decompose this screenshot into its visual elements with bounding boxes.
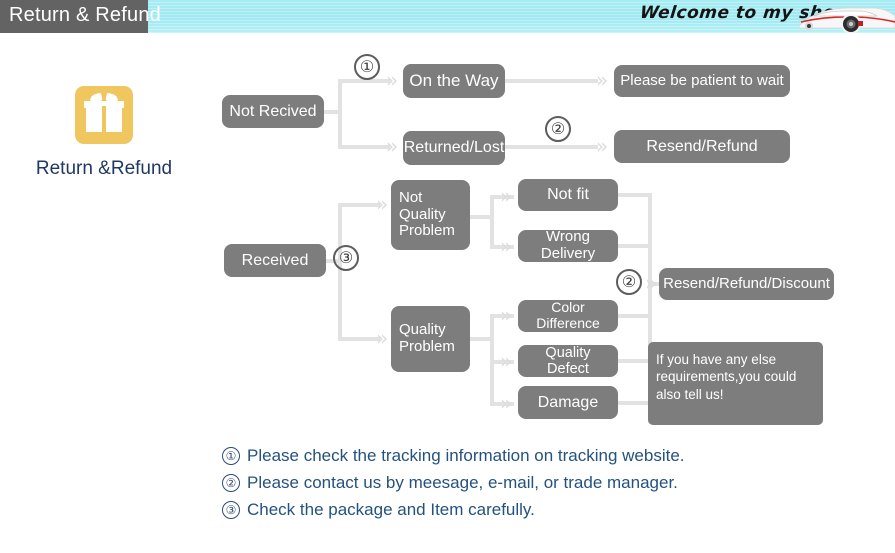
arrow-icon: »	[386, 134, 399, 158]
page-header: Welcome to my shop Return & Refund	[0, 0, 895, 33]
callout-text: If you have any else requirements,you co…	[656, 352, 797, 402]
node-damage[interactable]: Damage	[518, 386, 618, 419]
node-label: Damage	[537, 393, 599, 411]
node-resend-refund-discount[interactable]: Resend/Refund/Discount	[659, 268, 834, 300]
node-label: Quality Defect	[545, 344, 591, 377]
marker-1-top: ①	[354, 54, 380, 80]
title-tab: Return & Refund	[0, 0, 161, 33]
node-label: Color Difference	[536, 299, 600, 331]
footnote-number: ②	[222, 474, 240, 492]
connector	[505, 79, 598, 83]
node-label: Resend/Refund	[646, 137, 758, 155]
node-label: Wrong Delivery	[540, 228, 596, 262]
connector	[470, 337, 492, 341]
connector	[490, 314, 494, 404]
connector	[338, 145, 390, 149]
connector	[618, 244, 652, 248]
node-quality-defect[interactable]: Quality Defect	[518, 345, 618, 377]
connector	[338, 203, 342, 341]
node-label: Not Recived	[229, 102, 317, 120]
return-refund-badge: Return &Refund	[24, 86, 184, 180]
connector	[618, 401, 652, 405]
marker-2-top: ②	[545, 116, 571, 142]
footnotes-list: ① Please check the tracking information …	[222, 446, 685, 527]
connector	[470, 215, 492, 219]
node-please-be-patient[interactable]: Please be patient to wait	[614, 65, 790, 97]
arrow-icon: »	[500, 391, 513, 415]
footnote-text: Please check the tracking information on…	[247, 446, 685, 465]
node-wrong-delivery[interactable]: Wrong Delivery	[518, 228, 618, 262]
connector	[618, 193, 652, 197]
node-received[interactable]: Received	[224, 244, 326, 277]
footnote-text: Please contact us by meesage, e-mail, or…	[247, 473, 678, 492]
connector	[618, 359, 652, 363]
node-color-difference[interactable]: Color Difference	[518, 299, 618, 332]
node-label: Resend/Refund/Discount	[663, 274, 830, 292]
node-label: Not fit	[547, 186, 589, 204]
arrow-icon: »	[500, 303, 513, 327]
marker-2-right: ②	[616, 269, 642, 295]
arrow-icon: »	[376, 192, 389, 216]
node-label: Received	[241, 251, 309, 269]
connector	[338, 337, 380, 341]
node-not-fit[interactable]: Not fit	[518, 179, 618, 211]
node-label: Not Quality Problem	[399, 188, 455, 240]
node-on-the-way[interactable]: On the Way	[403, 64, 505, 98]
node-not-quality-problem[interactable]: Not Quality Problem	[391, 180, 470, 250]
gift-box-icon	[75, 86, 133, 144]
node-label: Quality Problem	[399, 321, 455, 355]
footnote-row: ③ Check the package and Item carefully.	[222, 500, 685, 520]
footnote-row: ② Please contact us by meesage, e-mail, …	[222, 473, 685, 493]
node-label: On the Way	[409, 71, 499, 91]
footnote-text: Check the package and Item carefully.	[247, 500, 535, 519]
footnote-number: ①	[222, 447, 240, 465]
arrow-icon: »	[596, 68, 609, 92]
node-returned-lost[interactable]: Returned/Lost	[403, 131, 505, 165]
badge-label: Return &Refund	[35, 158, 173, 179]
sports-car-icon	[797, 2, 895, 33]
node-label: Please be patient to wait	[620, 71, 784, 89]
connector	[338, 203, 380, 207]
node-not-recived[interactable]: Not Recived	[222, 95, 324, 128]
node-quality-problem[interactable]: Quality Problem	[391, 306, 470, 372]
connector	[338, 79, 342, 149]
title-tab-label: Return & Refund	[9, 4, 161, 26]
marker-3-middle: ③	[333, 245, 359, 271]
connector	[618, 314, 652, 318]
arrow-icon: »	[500, 234, 513, 258]
connector	[490, 195, 494, 247]
arrow-icon: »	[500, 349, 513, 373]
node-resend-refund[interactable]: Resend/Refund	[614, 130, 790, 163]
footnote-number: ③	[222, 501, 240, 519]
arrow-icon: »	[500, 184, 513, 208]
arrow-icon: »	[376, 326, 389, 350]
arrow-icon: »	[645, 271, 658, 295]
connector	[505, 145, 598, 149]
footnote-row: ① Please check the tracking information …	[222, 446, 685, 466]
node-label: Returned/Lost	[403, 139, 505, 157]
arrow-icon: »	[596, 134, 609, 158]
arrow-icon: »	[386, 68, 399, 92]
callout-bubble: If you have any else requirements,you co…	[648, 342, 823, 425]
